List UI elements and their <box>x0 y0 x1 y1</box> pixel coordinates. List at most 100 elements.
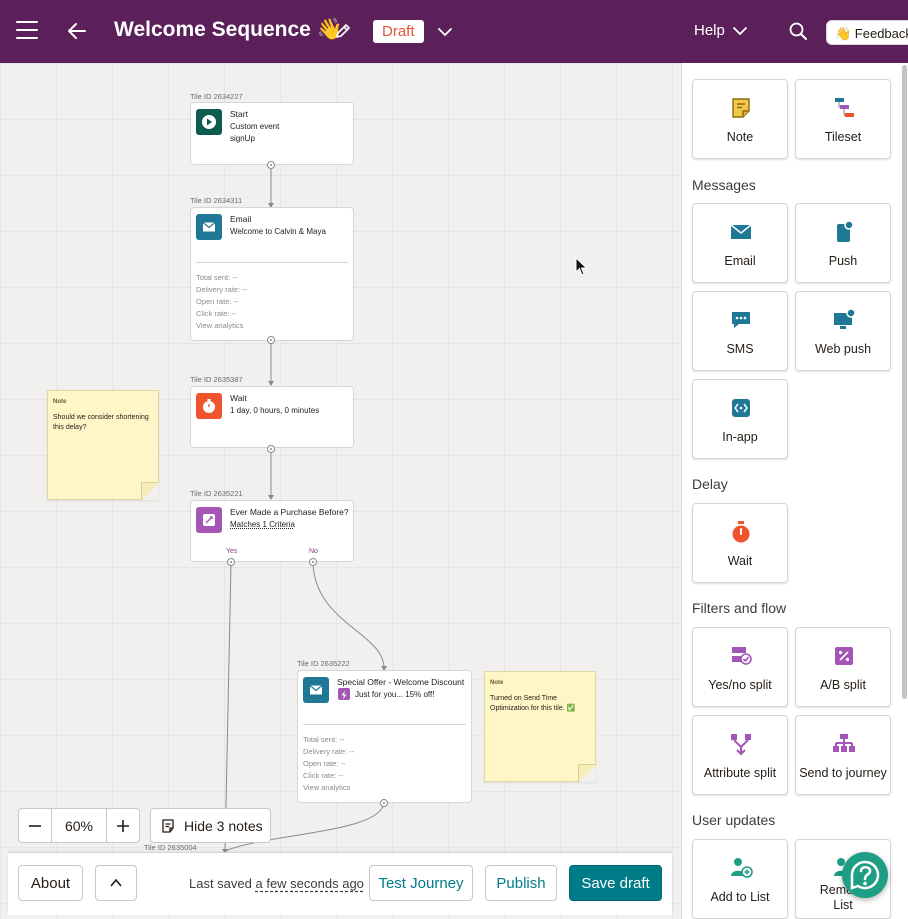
push-icon <box>837 220 854 242</box>
status-badge: Draft <box>373 20 424 43</box>
bottom-action-bar: About Last saved a few seconds ago Test … <box>8 852 672 915</box>
special-offer-email-tile[interactable]: Special Offer - Welcome Discount Just fo… <box>297 670 472 803</box>
view-analytics-link[interactable]: View analytics <box>303 783 350 792</box>
sticky-note[interactable]: Note Should we consider shortening this … <box>47 390 159 500</box>
connector-port[interactable] <box>267 336 275 344</box>
palette-label: Tileset <box>824 130 862 144</box>
palette-label: Send to journey <box>799 766 887 780</box>
connector-port-yes[interactable] <box>227 558 235 566</box>
in-app-icon <box>732 399 750 417</box>
stat-delivery-rate: Delivery rate: -- <box>196 285 248 294</box>
connector-port-no[interactable] <box>309 558 317 566</box>
stat-open-rate: Open rate: -- <box>303 759 346 768</box>
note-title: Note <box>490 680 504 686</box>
note-icon <box>732 98 750 118</box>
section-delay: Delay <box>692 476 728 492</box>
note-text: Should we consider shortening this delay… <box>53 414 149 431</box>
connector-port[interactable] <box>267 445 275 453</box>
back-arrow-icon[interactable] <box>64 18 90 44</box>
play-icon <box>196 109 222 135</box>
email-tile[interactable]: Email Welcome to Calvin & Maya Total sen… <box>190 207 354 341</box>
plus-icon <box>117 819 129 832</box>
help-chevron-down-icon[interactable] <box>732 23 748 39</box>
palette-label: Wait <box>727 554 753 568</box>
tile-name: Email <box>230 214 252 224</box>
palette-ab-split[interactable]: A/B split <box>795 627 891 707</box>
view-analytics-link[interactable]: View analytics <box>196 321 243 330</box>
pencil-edit-icon[interactable] <box>333 21 353 41</box>
zoom-in-button[interactable] <box>106 808 140 843</box>
palette-label: Attribute split <box>703 766 777 780</box>
tile-id-label: Tile ID 2635004 <box>144 843 197 852</box>
sms-icon <box>732 312 750 328</box>
help-chat-button[interactable] <box>842 852 888 898</box>
tile-divider <box>303 724 466 725</box>
yes-no-split-icon <box>732 647 752 665</box>
hamburger-menu-icon[interactable] <box>16 21 38 39</box>
send-to-journey-icon <box>833 734 855 752</box>
palette-label: Email <box>724 254 756 268</box>
palette-label: Web push <box>814 342 872 356</box>
hide-notes-button[interactable]: Hide 3 notes <box>150 808 271 843</box>
palette-sms[interactable]: SMS <box>692 291 788 371</box>
palette-email[interactable]: Email <box>692 203 788 283</box>
tile-id-label: Tile ID 2634311 <box>190 196 243 205</box>
feedback-button[interactable]: 👋 Feedback? <box>826 20 908 45</box>
palette-yes-no-split[interactable]: Yes/no split <box>692 627 788 707</box>
sticky-note[interactable]: Note Turned on Send Time Optimization fo… <box>484 671 596 782</box>
expand-button[interactable] <box>95 865 137 901</box>
branch-yes-label: Yes <box>226 548 238 555</box>
tile-trigger: Custom event <box>230 122 280 131</box>
save-draft-button[interactable]: Save draft <box>569 865 662 901</box>
mouse-pointer-icon <box>575 257 588 276</box>
publish-button[interactable]: Publish <box>485 865 557 901</box>
note-fold <box>578 764 596 782</box>
stat-total-sent: Total sent: -- <box>196 273 238 282</box>
note-outline-icon <box>162 818 174 833</box>
palette-in-app[interactable]: In-app <box>692 379 788 459</box>
palette-add-to-list[interactable]: Add to List <box>692 839 788 919</box>
tile-criteria[interactable]: Matches 1 Criteria <box>230 520 295 529</box>
web-push-icon <box>834 308 856 329</box>
ab-split-icon <box>835 647 853 665</box>
about-button[interactable]: About <box>18 865 83 901</box>
chevron-down-icon[interactable] <box>436 23 454 41</box>
section-filters-and-flow: Filters and flow <box>692 600 787 616</box>
panel-scrollbar[interactable] <box>902 65 907 699</box>
palette-label: In-app <box>722 430 758 444</box>
zoom-out-button[interactable] <box>18 808 52 843</box>
tile-name: Special Offer - Welcome Discount <box>337 677 465 687</box>
palette-wait[interactable]: Wait <box>692 503 788 583</box>
journey-title: Welcome Sequence 👋 <box>114 18 343 41</box>
tile-palette-panel: Note Tileset Messages Email Push SMS Web… <box>681 63 908 919</box>
palette-note[interactable]: Note <box>692 79 788 159</box>
palette-push[interactable]: Push <box>795 203 891 283</box>
section-messages: Messages <box>692 177 756 193</box>
palette-web-push[interactable]: Web push <box>795 291 891 371</box>
chevron-up-icon <box>110 878 122 887</box>
zoom-level[interactable]: 60% <box>51 808 107 843</box>
yes-no-split-tile[interactable]: Ever Made a Purchase Before? Matches 1 C… <box>190 500 354 562</box>
palette-attribute-split[interactable]: Attribute split <box>692 715 788 795</box>
envelope-icon <box>196 214 222 240</box>
stopwatch-icon <box>196 393 222 419</box>
last-saved-time: a few seconds ago <box>255 876 364 891</box>
palette-send-to-journey[interactable]: Send to journey <box>795 715 891 795</box>
branch-no-label: No <box>309 548 318 555</box>
help-menu[interactable]: Help <box>694 22 725 39</box>
envelope-icon <box>303 677 329 703</box>
tile-event: signUp <box>230 134 255 143</box>
attribute-split-icon <box>731 734 751 756</box>
palette-label: SMS <box>726 342 754 356</box>
connector-port[interactable] <box>267 161 275 169</box>
minus-icon <box>29 824 41 827</box>
palette-tileset[interactable]: Tileset <box>795 79 891 159</box>
search-icon[interactable] <box>788 21 808 41</box>
stat-click-rate: Click rate: -- <box>196 309 237 318</box>
journey-canvas[interactable]: Tile ID 2634227 Start Custom event signU… <box>0 63 681 919</box>
stat-click-rate: Click rate: -- <box>303 771 344 780</box>
connector-port[interactable] <box>380 799 388 807</box>
test-journey-button[interactable]: Test Journey <box>369 865 473 901</box>
start-tile[interactable]: Start Custom event signUp <box>190 102 354 165</box>
wait-tile[interactable]: Wait 1 day, 0 hours, 0 minutes <box>190 386 354 448</box>
